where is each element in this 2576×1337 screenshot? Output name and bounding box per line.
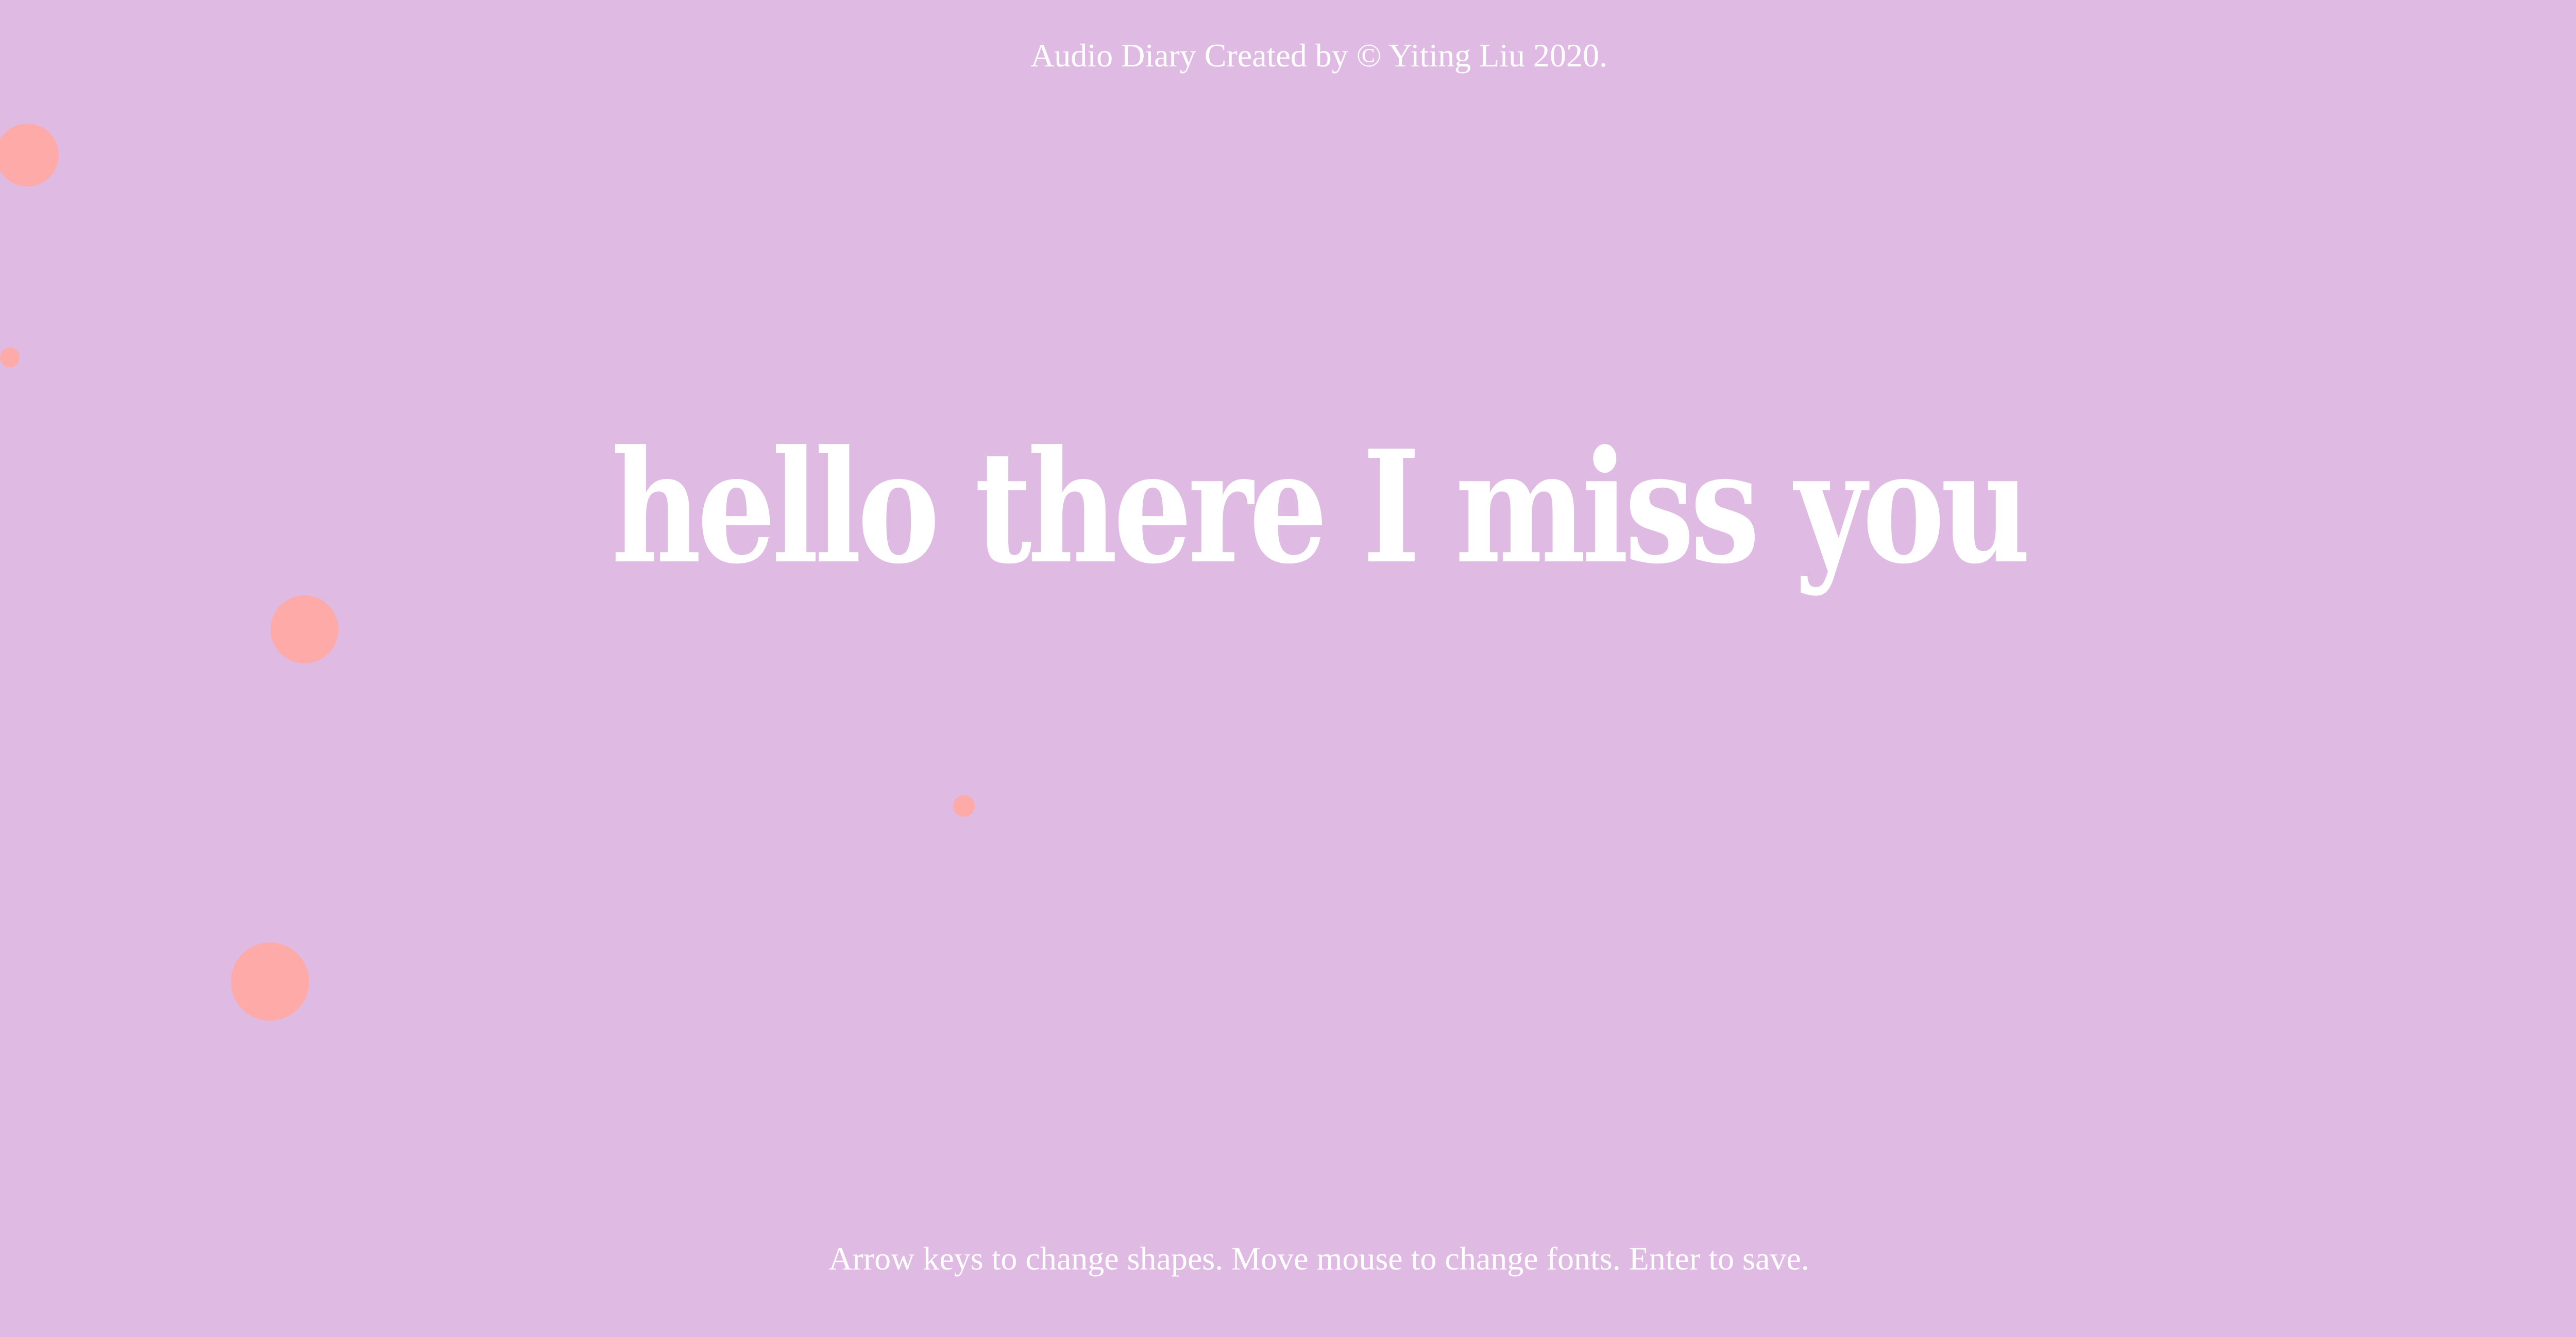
decorative-dot <box>0 348 20 367</box>
decorative-dot <box>270 595 338 663</box>
instructions-text: Arrow keys to change shapes. Move mouse … <box>828 1240 1809 1277</box>
diary-display-text: hello there I miss you <box>611 416 2031 598</box>
decorative-dot <box>231 942 309 1021</box>
credit-text: Audio Diary Created by © Yiting Liu 2020… <box>1030 37 1607 74</box>
decorative-dot <box>0 124 59 186</box>
decorative-dot <box>953 795 975 817</box>
